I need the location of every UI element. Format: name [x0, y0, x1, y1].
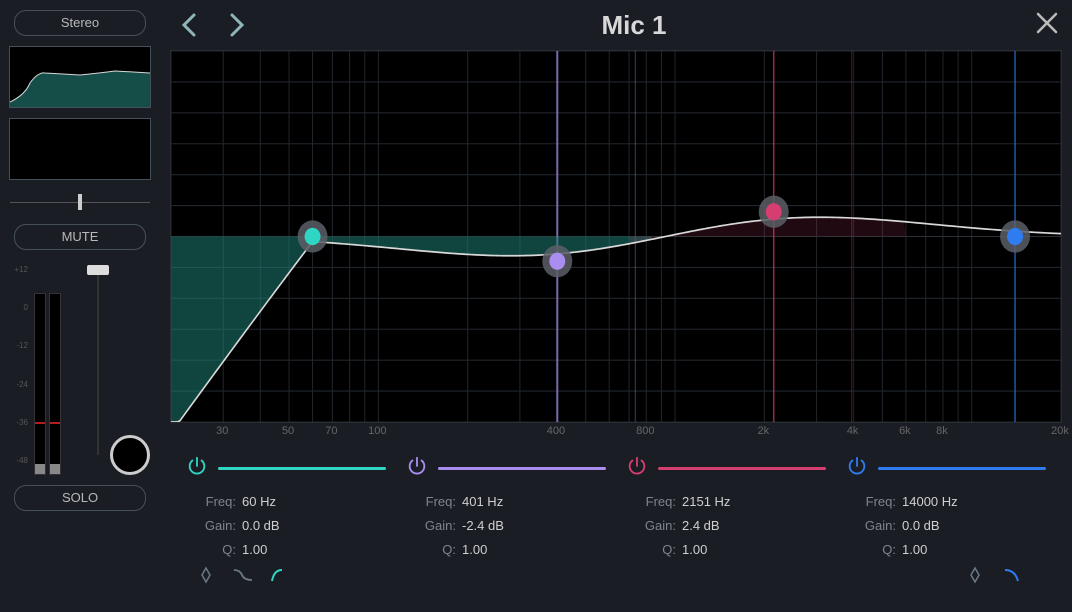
freq-label: Freq: — [626, 490, 682, 514]
eq-graph[interactable] — [170, 50, 1062, 423]
eq-band-4: Freq: 14000 Hz Gain: 0.0 dB Q: 1.00 — [836, 455, 1056, 604]
frequency-axis: 3050701004008002k4k6k8k20k — [170, 425, 1062, 447]
gain-knob[interactable] — [110, 435, 150, 475]
fader-handle[interactable] — [87, 265, 109, 275]
band-2-color-indicator — [438, 467, 606, 470]
band-3-color-indicator — [658, 467, 826, 470]
band-3-q-value[interactable]: 1.00 — [682, 538, 762, 562]
close-button[interactable] — [1022, 10, 1072, 41]
band-1-shape-lowcut[interactable] — [270, 567, 290, 588]
next-channel-button[interactable] — [228, 11, 246, 39]
band-4-freq-value[interactable]: 14000 Hz — [902, 490, 982, 514]
band-1-q-value[interactable]: 1.00 — [242, 538, 322, 562]
freq-label: Freq: — [846, 490, 902, 514]
gain-label: Gain: — [186, 514, 242, 538]
band-4-q-value[interactable]: 1.00 — [902, 538, 982, 562]
band-1-enable-button[interactable] — [186, 455, 208, 482]
eq-band-1: Freq: 60 Hz Gain: 0.0 dB Q: 1.00 — [176, 455, 396, 604]
band-3-gain-value[interactable]: 2.4 dB — [682, 514, 762, 538]
q-label: Q: — [626, 538, 682, 562]
q-label: Q: — [186, 538, 242, 562]
eq-thumbnail[interactable] — [9, 46, 151, 108]
band-1-shape-lowshelf[interactable] — [232, 567, 254, 588]
band-2-enable-button[interactable] — [406, 455, 428, 482]
band-1-gain-value[interactable]: 0.0 dB — [242, 514, 322, 538]
channel-mode-button[interactable]: Stereo — [14, 10, 146, 36]
main-panel: Mic 1 3050701004008002k4k6k8k20k Freq: 6… — [160, 0, 1072, 612]
channel-title: Mic 1 — [246, 10, 1022, 41]
mute-button[interactable]: MUTE — [14, 224, 146, 250]
gain-label: Gain: — [626, 514, 682, 538]
dynamics-thumbnail[interactable] — [9, 118, 151, 180]
sidebar: Stereo MUTE +120-12-24-36-48 — [0, 0, 160, 612]
solo-button[interactable]: SOLO — [14, 485, 146, 511]
title-bar: Mic 1 — [160, 0, 1072, 50]
fader-track — [97, 265, 99, 455]
band-1-color-indicator — [218, 467, 386, 470]
band-2-q-value[interactable]: 1.00 — [462, 538, 542, 562]
gain-label: Gain: — [846, 514, 902, 538]
eq-band-controls: Freq: 60 Hz Gain: 0.0 dB Q: 1.00 — [160, 447, 1072, 612]
meter-scale: +120-12-24-36-48 — [10, 265, 28, 475]
band-4-shape-highcut[interactable] — [1001, 567, 1021, 588]
eq-band-3: Freq: 2151 Hz Gain: 2.4 dB Q: 1.00 — [616, 455, 836, 604]
prev-channel-button[interactable] — [180, 11, 198, 39]
band-4-gain-value[interactable]: 0.0 dB — [902, 514, 982, 538]
band-3-freq-value[interactable]: 2151 Hz — [682, 490, 762, 514]
band-1-shape-bell[interactable] — [196, 566, 216, 589]
eq-band-2: Freq: 401 Hz Gain: -2.4 dB Q: 1.00 — [396, 455, 616, 604]
band-1-freq-value[interactable]: 60 Hz — [242, 490, 322, 514]
gain-label: Gain: — [406, 514, 462, 538]
band-2-gain-value[interactable]: -2.4 dB — [462, 514, 542, 538]
freq-label: Freq: — [406, 490, 462, 514]
freq-label: Freq: — [186, 490, 242, 514]
meter-left — [34, 293, 46, 475]
pan-slider[interactable] — [10, 190, 150, 214]
q-label: Q: — [846, 538, 902, 562]
band-4-enable-button[interactable] — [846, 455, 868, 482]
q-label: Q: — [406, 538, 462, 562]
meter-area: +120-12-24-36-48 — [10, 260, 150, 475]
band-4-shape-bell[interactable] — [965, 566, 985, 589]
band-2-freq-value[interactable]: 401 Hz — [462, 490, 542, 514]
band-4-color-indicator — [878, 467, 1046, 470]
meter-right — [49, 293, 61, 475]
band-3-enable-button[interactable] — [626, 455, 648, 482]
